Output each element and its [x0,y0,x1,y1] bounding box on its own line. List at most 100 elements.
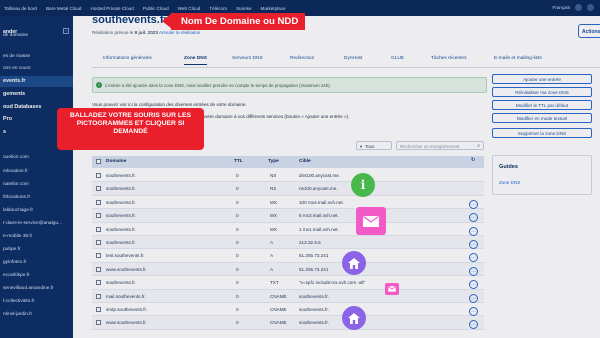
row-checkbox[interactable] [96,240,101,245]
zone-action-button[interactable]: Modifier en mode textuel [492,113,592,123]
cell-target: 51.255.73.241 [299,253,329,259]
tab-emails[interactable]: E-mails et mailing-lists [494,56,542,61]
row-actions-button[interactable]: … [469,199,478,209]
nav-item-sunrise[interactable]: Sunrise [236,6,252,11]
cell-domain: www.southevents.fr. [106,320,147,326]
sidebar-item[interactable]: ons en cours [0,63,73,74]
row-checkbox[interactable] [96,280,101,286]
row-actions-button[interactable]: … [469,293,478,303]
tab-glue[interactable]: GLUE [391,56,404,61]
guide-link-dns-zone[interactable]: Zone DNS [499,180,520,185]
nav-item-web-cloud[interactable]: Web Cloud [178,6,201,11]
tab-dns-zone[interactable]: Zone DNS [184,56,207,65]
row-actions-button[interactable]: … [469,266,478,276]
cell-ttl: 0 [236,253,239,259]
nav-item-telecom[interactable]: Télécom [209,6,227,11]
home-icon-2[interactable] [342,306,366,330]
cell-type: MX [270,213,277,219]
zone-action-button[interactable]: Réinitialiser ma zone DNS [492,87,592,97]
refresh-icon[interactable]: ↻ [471,158,475,163]
cell-ttl: 0 [236,226,239,232]
sidebar-item[interactable]: senevillaud.amandine.fr [0,283,73,294]
sidebar-item[interactable]: natelior.com [0,179,73,190]
row-actions-button[interactable]: … [469,280,478,290]
row-checkbox[interactable] [96,320,101,326]
tab-redirection[interactable]: Redirection [290,56,314,61]
tab-general-info[interactable]: Informations générales [103,56,152,61]
filter-value: Tous [365,144,375,149]
row-checkbox[interactable] [96,199,101,205]
cell-type: NS [270,186,277,192]
row-checkbox[interactable] [96,266,101,272]
tab-recent-tasks[interactable]: Tâches récentes [431,56,466,61]
cell-ttl: 0 [236,199,239,205]
table-row: smtp.southevents.fr. 0 CNAME southevents.fr… [92,303,484,317]
tab-dynhost[interactable]: DynHost [344,56,362,61]
row-actions-button[interactable]: … [469,240,478,249]
search-input[interactable]: Rechercher un enregistrement ⌕ [396,141,484,150]
column-domain[interactable]: Domaine [106,159,126,164]
user-icon[interactable] [587,4,594,11]
zone-action-button[interactable]: Ajouter une entrée [492,74,592,84]
sidebar-item[interactable]: de domaine [0,30,73,41]
sidebar-item[interactable]: es de masse [0,51,73,62]
cell-target: 5 mx3.mail.ovh.net. [299,213,339,219]
row-checkbox[interactable] [96,293,101,299]
nav-item-dashboard[interactable]: Tableau de bord [4,6,37,11]
row-checkbox[interactable] [96,253,101,259]
column-target[interactable]: Cible [299,159,311,164]
cell-target: 213.32.5.6 [299,240,321,245]
info-icon[interactable]: i [351,173,375,197]
column-ttl[interactable]: TTL [234,159,243,164]
row-checkbox[interactable] [96,307,101,312]
nav-item-public-cloud[interactable]: Public Cloud [143,6,169,11]
tab-dns-servers[interactable]: Serveurs DNS [232,56,263,61]
sidebar-item[interactable]: ouelion.com [0,152,73,163]
filter-icon: ▼ [359,144,363,149]
row-actions-button[interactable]: … [469,226,478,236]
cell-ttl: 0 [236,213,239,219]
guides-title: Guides [499,164,518,170]
column-type[interactable]: Type [268,159,279,164]
cancel-termination-link[interactable]: Annuler la résiliation [159,30,200,35]
mail-icon[interactable] [356,207,386,235]
zone-action-button[interactable]: Supprimer la zone DNS [492,128,592,138]
sidebar-item[interactable]: e-mobile 38.fr [0,231,73,242]
table-row: southevents.fr. 0 NS ns100.anycast.me. [92,182,484,196]
cell-ttl: 0 [236,240,239,245]
row-actions-button[interactable]: … [469,307,478,316]
row-checkbox[interactable] [96,213,101,219]
mail-icon-small[interactable] [385,283,399,295]
nav-item-marketplace[interactable]: Marketplace [261,6,286,11]
sidebar-item[interactable]: pubpe.fr [0,244,73,255]
cell-target: 51.255.73.241 [299,266,329,272]
sidebar-item[interactable]: ntinol-jardin.fr [0,309,73,320]
language-selector[interactable]: Français [552,5,570,10]
sidebar-item[interactable]: laldouchage.fr [0,205,73,216]
sidebar-item[interactable]: l-collectivités.fr [0,296,73,307]
home-icon[interactable] [342,251,366,275]
sidebar-item[interactable]: r-dans-le-service@analgu... [0,218,73,229]
sidebar-item[interactable]: mlocation.fr [0,166,73,177]
sidebar-item[interactable]: thlocations.fr [0,192,73,203]
row-actions-button[interactable]: … [469,213,478,223]
row-checkbox[interactable] [96,186,101,192]
record-type-filter[interactable]: ▼ Tous [356,141,392,150]
cell-domain: southevents.fr. [106,280,136,286]
notification-icon[interactable] [575,4,582,11]
row-actions-button[interactable]: … [469,320,478,330]
nav-item-bare-metal[interactable]: Bare Metal Cloud [46,6,82,11]
row-checkbox[interactable] [96,173,101,178]
nav-item-hosted-private-cloud[interactable]: Hosted Private Cloud [90,6,133,11]
row-checkbox[interactable] [96,226,101,232]
sidebar-item[interactable]: ecoviltikpe.fr [0,270,73,281]
sidebar-item[interactable]: gements [0,89,73,100]
row-actions-button[interactable]: … [469,253,478,263]
actions-button[interactable]: Actions [578,24,600,38]
domain-annotation-label: Nom De Domaine ou NDD [171,13,306,30]
zone-action-button[interactable]: Modifier le TTL par défaut [492,100,592,110]
table-row: southevents.fr. 0 NS dns100.anycast.me. [92,169,484,183]
sidebar-item[interactable]: gyinfotex.fr [0,257,73,268]
select-all-checkbox[interactable] [96,159,101,164]
sidebar-item[interactable]: events.fr [0,76,73,87]
